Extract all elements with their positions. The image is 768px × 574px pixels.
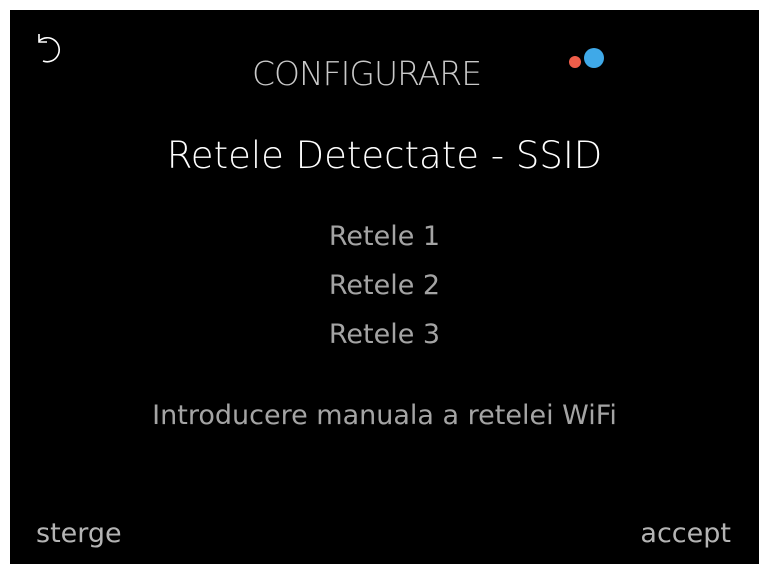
section-title: Retele Detectate - SSID xyxy=(166,134,603,177)
network-item-2[interactable]: Retele 2 xyxy=(10,261,759,310)
network-item-3[interactable]: Retele 3 xyxy=(10,310,759,359)
status-dot-red xyxy=(569,56,581,68)
page-title: CONFIGURARE xyxy=(251,54,482,93)
manual-wifi-entry-link[interactable]: Introducere manuala a retelei WiFi xyxy=(10,400,759,431)
device-screen: CONFIGURARE Retele Detectate - SSID Rete… xyxy=(10,10,759,564)
status-dot-blue xyxy=(584,48,604,68)
delete-button[interactable]: sterge xyxy=(36,518,122,549)
network-list: Retele 1 Retele 2 Retele 3 xyxy=(10,212,759,359)
status-dots-icon xyxy=(569,48,604,68)
accept-button[interactable]: accept xyxy=(640,518,731,549)
network-item-1[interactable]: Retele 1 xyxy=(10,212,759,261)
